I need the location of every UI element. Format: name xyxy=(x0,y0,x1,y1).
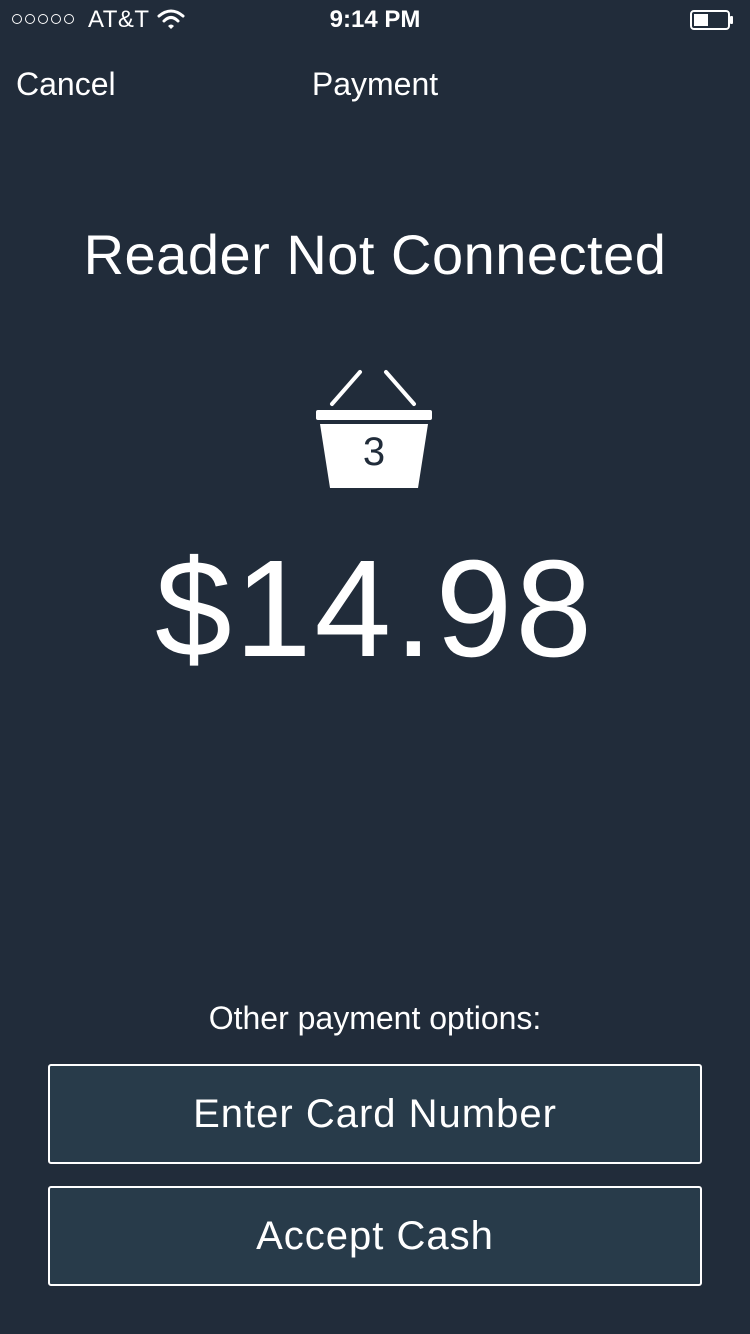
accept-cash-button[interactable]: Accept Cash xyxy=(48,1186,702,1286)
navigation-bar: Cancel Payment xyxy=(0,60,750,112)
reader-status-heading: Reader Not Connected xyxy=(83,223,667,286)
basket-item-count: 3 xyxy=(362,430,386,474)
enter-card-number-button[interactable]: Enter Card Number xyxy=(48,1064,702,1164)
battery-icon xyxy=(690,10,733,30)
basket-icon: 3 xyxy=(314,366,434,490)
other-payment-options-label: Other payment options: xyxy=(208,1000,542,1036)
payment-amount: $14.98 xyxy=(154,532,596,686)
page-title: Payment xyxy=(311,66,439,102)
status-bar: AT&T 9:14 PM xyxy=(0,0,750,40)
status-time: 9:14 PM xyxy=(329,6,421,33)
